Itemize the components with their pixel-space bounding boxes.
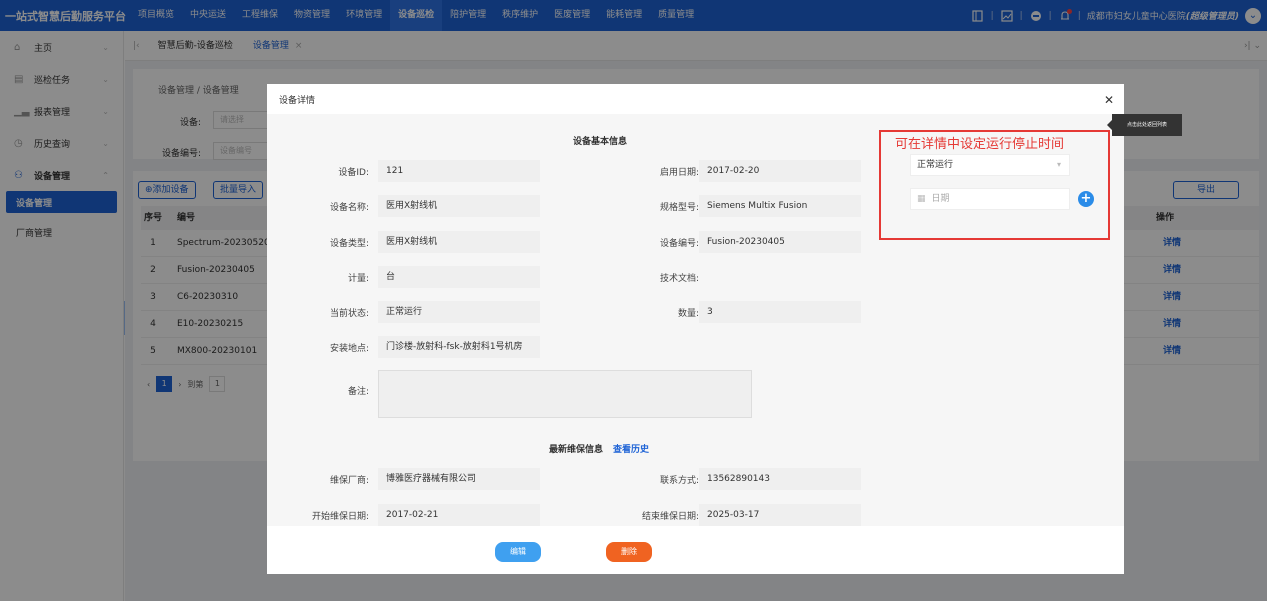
maint-start-label: 开始维保日期: [311,512,369,522]
unit-value: 台 [378,266,540,288]
qty-label: 数量: [677,309,699,319]
vendor-value: 博雅医疗器械有限公司 [378,468,540,490]
status-label: 当前状态: [329,309,369,319]
status-value: 正常运行 [378,301,540,323]
device-code-label: 设备编号: [659,239,699,249]
maint-end-value: 2025-03-17 [699,504,861,526]
device-name-value: 医用X射线机 [378,195,540,217]
section-basic-title: 设备基本信息 [573,137,628,147]
annotation-text: 可在详情中设定运行停止时间 [895,137,1065,152]
delete-button[interactable]: 删除 [606,542,652,562]
section-maint-title: 最新维保信息 查看历史 [549,445,650,455]
location-value: 门诊楼-放射科-fsk-放射科1号机房 [378,336,540,358]
modal-title: 设备详情 [279,95,316,106]
device-name-label: 设备名称: [329,203,369,213]
device-id-value: 121 [378,160,540,182]
vendor-label: 维保厂商: [329,476,369,486]
device-type-label: 设备类型: [329,239,369,249]
start-date-value: 2017-02-20 [699,160,861,182]
close-icon[interactable]: ✕ [1104,93,1114,107]
modal-body: 设备基本信息 设备ID: 121 启用日期: 2017-02-20 设备名称: … [267,114,1124,526]
contact-value: 13562890143 [699,468,861,490]
remark-label: 备注: [347,387,369,397]
model-value: Siemens Multix Fusion [699,195,861,217]
device-code-value: Fusion-20230405 [699,231,861,253]
contact-label: 联系方式: [659,476,699,486]
location-label: 安装地点: [329,344,369,354]
modal-footer: 编辑 删除 [267,526,1124,574]
maint-start-value: 2017-02-21 [378,504,540,526]
device-detail-modal: 设备详情 ✕ 设备基本信息 设备ID: 121 启用日期: 2017-02-20… [267,84,1124,574]
edit-button[interactable]: 编辑 [495,542,541,562]
qty-value: 3 [699,301,861,323]
view-history-link[interactable]: 查看历史 [613,445,649,455]
unit-label: 计量: [347,274,369,284]
device-type-value: 医用X射线机 [378,231,540,253]
start-date-label: 启用日期: [659,168,699,178]
remark-textarea[interactable] [378,370,752,418]
maint-end-label: 结束维保日期: [641,512,699,522]
model-label: 规格型号: [659,203,699,213]
device-id-label: 设备ID: [338,168,369,178]
tech-doc-label: 技术文档: [659,274,699,284]
close-tooltip: 点击此处返回列表 [1107,114,1182,136]
